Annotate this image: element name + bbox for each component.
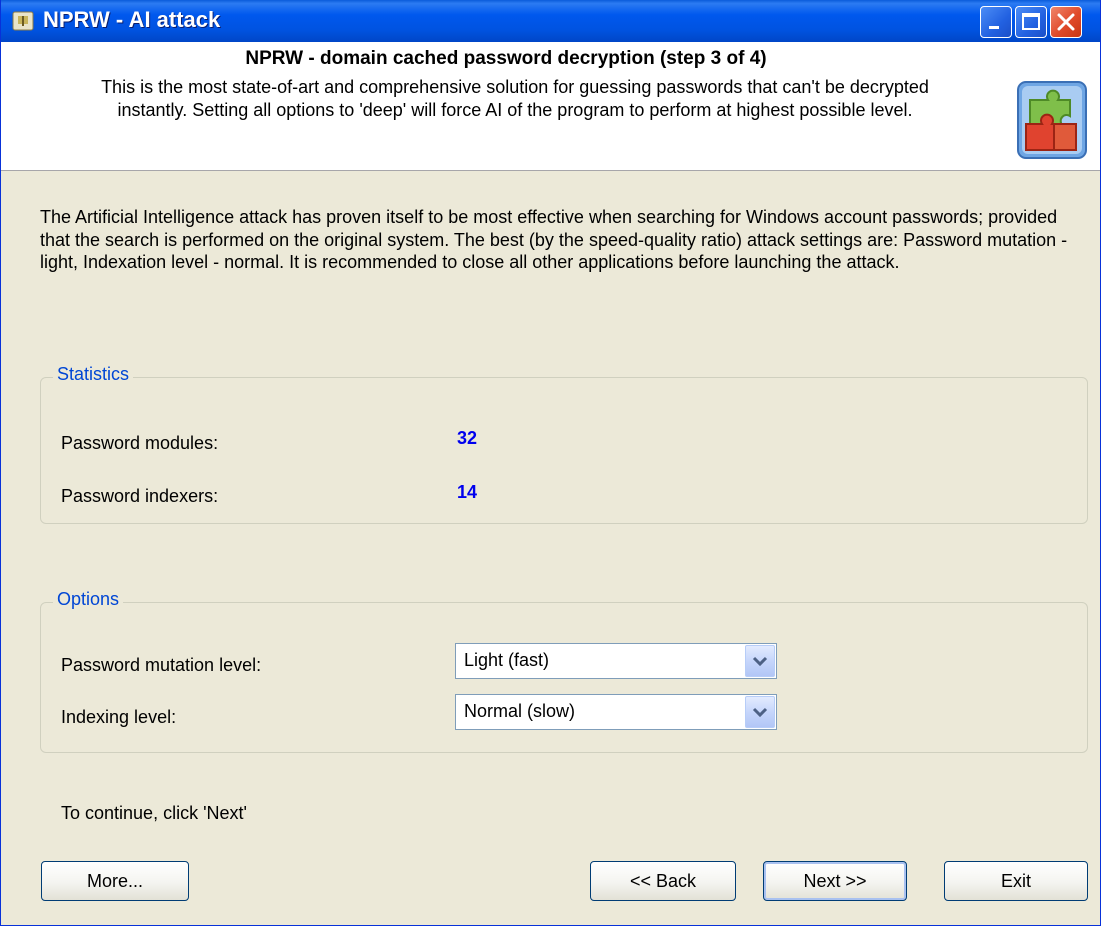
wizard-window: NPRW - AI attack NPRW - domain cached pa… <box>0 0 1101 926</box>
more-button[interactable]: More... <box>41 861 189 901</box>
intro-text: The Artificial Intelligence attack has p… <box>40 207 1068 272</box>
mutation-level-select[interactable]: Light (fast) <box>455 643 777 679</box>
mutation-level-value: Light (fast) <box>464 650 550 670</box>
password-modules-value: 32 <box>457 428 478 448</box>
next-button[interactable]: Next >> <box>763 861 907 901</box>
puzzle-icon <box>1017 81 1087 159</box>
step-description-line2: instantly. Setting all options to 'deep'… <box>117 100 913 120</box>
mutation-level-label: Password mutation level: <box>61 655 262 675</box>
window-title: NPRW - AI attack <box>43 7 221 32</box>
continue-hint: To continue, click 'Next' <box>61 803 247 823</box>
password-modules-label: Password modules: <box>61 433 219 453</box>
app-icon <box>12 11 34 31</box>
step-description: This is the most state-of-art and compre… <box>17 76 1013 122</box>
maximize-icon <box>1022 13 1040 30</box>
password-indexers-value: 14 <box>457 482 478 502</box>
title-bar[interactable]: NPRW - AI attack <box>1 0 1100 42</box>
statistics-legend: Statistics <box>53 364 134 385</box>
indexing-level-select[interactable]: Normal (slow) <box>455 694 777 730</box>
password-indexers-label: Password indexers: <box>61 486 219 506</box>
minimize-icon <box>989 26 999 29</box>
options-group: Options Password mutation level: Light (… <box>40 589 1088 753</box>
statistics-group: Statistics Password modules: 32 Password… <box>40 364 1088 524</box>
indexing-dropdown-button[interactable] <box>745 696 775 728</box>
back-button[interactable]: << Back <box>590 861 736 901</box>
step-description-line1: This is the most state-of-art and compre… <box>101 77 929 97</box>
minimize-button[interactable] <box>980 6 1012 38</box>
close-button[interactable] <box>1050 6 1082 38</box>
step-title: NPRW - domain cached password decryption… <box>245 48 767 69</box>
chevron-down-icon <box>752 656 768 667</box>
options-legend: Options <box>53 589 124 610</box>
chevron-down-icon <box>752 707 768 718</box>
mutation-dropdown-button[interactable] <box>745 645 775 677</box>
indexing-level-value: Normal (slow) <box>464 701 576 721</box>
close-icon <box>1057 13 1075 31</box>
maximize-button[interactable] <box>1015 6 1047 38</box>
indexing-level-label: Indexing level: <box>61 707 177 727</box>
exit-button[interactable]: Exit <box>944 861 1088 901</box>
